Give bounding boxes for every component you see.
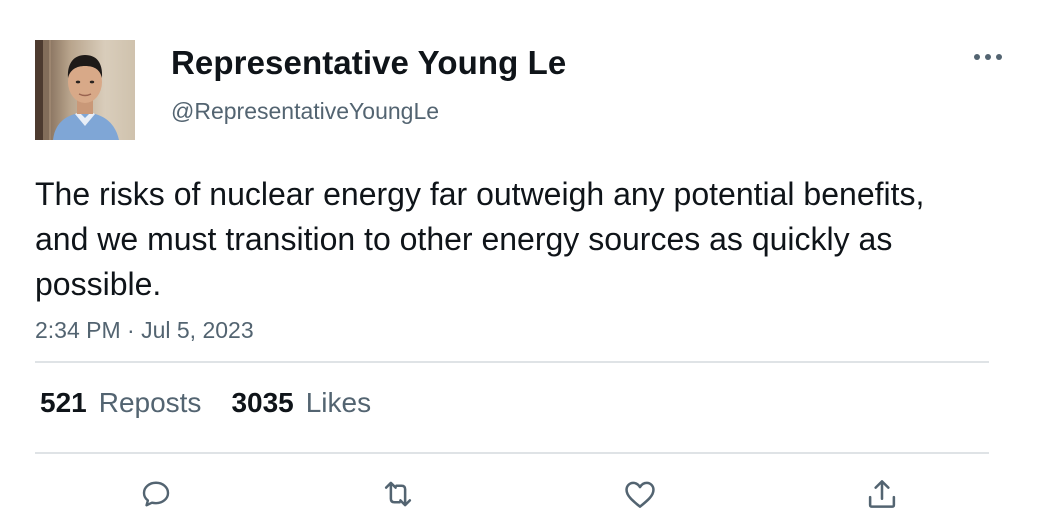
more-horizontal-icon	[974, 54, 1002, 60]
reposts-stat[interactable]: 521 Reposts	[40, 387, 201, 419]
reply-icon	[142, 481, 170, 507]
repost-button[interactable]	[378, 474, 418, 514]
tweet-timestamp[interactable]: 2:34 PM · Jul 5, 2023	[35, 317, 254, 344]
engagement-stats: 521 Reposts 3035 Likes	[40, 387, 371, 419]
divider-top	[35, 361, 989, 363]
avatar-image	[35, 40, 135, 140]
likes-stat[interactable]: 3035 Likes	[231, 387, 371, 419]
avatar[interactable]	[35, 40, 135, 140]
user-handle[interactable]: @RepresentativeYoungLe	[171, 98, 439, 125]
likes-count: 3035	[231, 387, 294, 418]
divider-bottom	[35, 452, 989, 454]
repost-icon	[384, 481, 412, 507]
heart-icon	[625, 481, 655, 508]
more-options-button[interactable]	[968, 44, 1008, 70]
like-button[interactable]	[620, 474, 660, 514]
share-icon	[868, 480, 896, 508]
likes-label: Likes	[305, 387, 372, 418]
tweet-text: The risks of nuclear energy far outweigh…	[35, 176, 925, 302]
share-button[interactable]	[862, 474, 902, 514]
reposts-label: Reposts	[98, 387, 202, 418]
display-name[interactable]: Representative Young Le	[171, 44, 566, 82]
reply-button[interactable]	[136, 474, 176, 514]
reposts-count: 521	[40, 387, 87, 418]
tweet-card: Representative Young Le @RepresentativeY…	[0, 0, 1050, 525]
